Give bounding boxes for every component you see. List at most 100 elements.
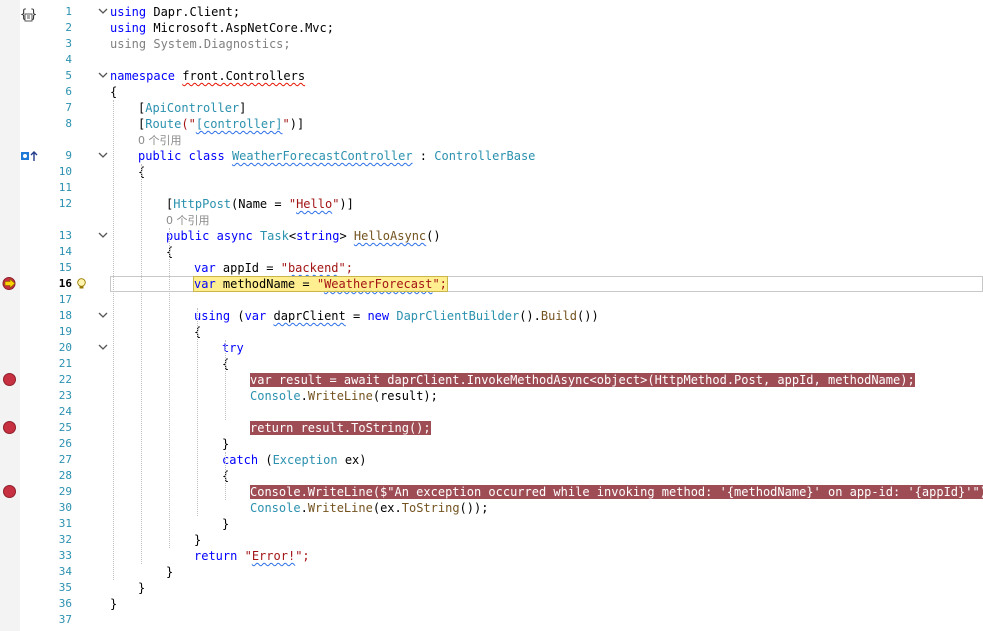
codelens-row[interactable]: 0 个引用 (0, 212, 983, 228)
code-token: var (244, 309, 267, 323)
code-token: " (280, 261, 288, 275)
codelens-references[interactable]: 0 个引用 (166, 214, 210, 227)
code-line[interactable]: 1 using Dapr.Client; (0, 4, 983, 20)
code-token: WriteLine (307, 389, 373, 403)
code-line[interactable]: 3 using System.Diagnostics; (0, 36, 983, 52)
code-token: [controller] (195, 117, 283, 131)
line-number: 5 (65, 69, 72, 82)
code-token: } (222, 517, 230, 531)
execution-arrow-icon[interactable] (2, 277, 17, 290)
code-token: { (110, 85, 118, 99)
code-line[interactable]: 13 public async Task<string> HelloAsync() (0, 228, 983, 244)
line-number: 23 (58, 389, 72, 402)
code-token: ControllerBase (434, 149, 536, 163)
code-token: return result.ToString(); (250, 421, 431, 435)
code-line[interactable]: 23 Console.WriteLine(result); (0, 388, 983, 404)
lightbulb-icon[interactable] (76, 278, 87, 290)
line-number: 26 (58, 437, 72, 450)
code-line[interactable]: 14{ (0, 244, 983, 260)
current-statement-highlight: var methodName = "WeatherForecast"; (193, 276, 448, 292)
code-line[interactable]: 25 return result.ToString(); (0, 420, 983, 436)
code-editor[interactable]: 1 using Dapr.Client; 2 using Microsoft.AspN… (0, 0, 983, 631)
code-line[interactable]: 34} (0, 564, 983, 580)
code-line[interactable]: 36} (0, 596, 983, 612)
code-token: " (316, 277, 325, 291)
code-token: } (194, 533, 202, 547)
code-line[interactable]: 7 [ApiController] (0, 100, 983, 116)
code-token: new (367, 309, 390, 323)
fold-toggle-icon[interactable] (98, 70, 108, 80)
breakpoint-icon[interactable] (3, 485, 16, 498)
code-line[interactable]: 30 Console.WriteLine(ex.ToString()); (0, 500, 983, 516)
code-tokens: [Route("[controller]")] (138, 117, 304, 131)
code-text: } (222, 516, 229, 532)
code-line[interactable]: 29 Console.WriteLine($"An exception occur… (0, 484, 983, 500)
line-number: 8 (65, 117, 72, 130)
fold-toggle-icon[interactable] (98, 230, 108, 240)
code-text: Console.WriteLine($"An exception occurre… (250, 484, 983, 500)
class-override-icon[interactable] (20, 149, 40, 163)
code-token: "; (295, 549, 310, 563)
code-line[interactable]: 15 var appId = "backend"; (0, 260, 983, 276)
code-text: } (138, 580, 145, 596)
code-line[interactable]: 5 namespace front.Controllers (0, 68, 983, 84)
code-tokens: Console.WriteLine(ex.ToString()); (250, 501, 488, 515)
code-line[interactable]: 19{ (0, 324, 983, 340)
code-tokens: [HttpPost(Name = "Hello")] (166, 197, 354, 211)
line-number: 32 (58, 533, 72, 546)
code-line[interactable]: 16 var methodName = "WeatherForecast"; (0, 276, 983, 292)
code-line[interactable]: 17 (0, 292, 983, 308)
code-line[interactable]: 11 (0, 180, 983, 196)
code-line[interactable]: 18 using (var daprClient = new DaprClient… (0, 308, 983, 324)
code-line[interactable]: 21{ (0, 356, 983, 372)
code-token: using System.Diagnostics; (110, 37, 291, 51)
codelens-references[interactable]: 0 个引用 (138, 134, 182, 147)
fold-toggle-icon[interactable] (98, 342, 108, 352)
code-line[interactable]: 6{ (0, 84, 983, 100)
code-line[interactable]: 28{ (0, 468, 983, 484)
code-token: " (282, 117, 290, 131)
code-line[interactable]: 26} (0, 436, 983, 452)
breakpoint-icon[interactable] (3, 421, 16, 434)
code-token: "; (432, 277, 447, 291)
code-line[interactable]: 9 public class WeatherForecastController … (0, 148, 983, 164)
code-structure-icon[interactable]: { } (20, 6, 38, 22)
code-token: Hello (296, 197, 333, 211)
line-number: 15 (58, 261, 72, 274)
code-line[interactable]: 31} (0, 516, 983, 532)
line-number: 27 (58, 453, 72, 466)
code-token: using (110, 5, 147, 19)
breakpoint-icon[interactable] (3, 373, 16, 386)
code-text: } (222, 436, 229, 452)
code-token: DaprClientBuilder (396, 309, 520, 323)
code-text: } (194, 532, 201, 548)
code-line[interactable]: 20 try (0, 340, 983, 356)
code-line[interactable]: 8 [Route("[controller]")] (0, 116, 983, 132)
code-token: Error! (251, 549, 296, 563)
code-token: . (300, 501, 308, 515)
code-line[interactable]: 22 var result = await daprClient.InvokeMe… (0, 372, 983, 388)
code-tokens: [ApiController] (138, 101, 246, 115)
code-token: > (339, 229, 354, 243)
fold-toggle-icon[interactable] (98, 6, 108, 16)
code-line[interactable]: 24 (0, 404, 983, 420)
code-line[interactable]: 10{ (0, 164, 983, 180)
code-token: " (288, 197, 297, 211)
indent-guide (225, 452, 226, 500)
code-line[interactable]: 2 using Microsoft.AspNetCore.Mvc; (0, 20, 983, 36)
code-line[interactable]: 27 catch (Exception ex) (0, 452, 983, 468)
code-line[interactable]: 33 return "Error!"; (0, 548, 983, 564)
code-line[interactable]: 37 (0, 612, 983, 628)
code-token: Exception (272, 453, 338, 467)
fold-toggle-icon[interactable] (98, 310, 108, 320)
code-text: [HttpPost(Name = "Hello")] (166, 196, 354, 212)
code-token: } (138, 581, 146, 595)
fold-toggle-icon[interactable] (98, 150, 108, 160)
codelens-row[interactable]: 0 个引用 (0, 132, 983, 148)
code-line[interactable]: 4 (0, 52, 983, 68)
code-line[interactable]: 32} (0, 532, 983, 548)
code-token: var result = await daprClient.InvokeMeth… (250, 373, 915, 387)
code-line[interactable]: 35} (0, 580, 983, 596)
code-line[interactable]: 12 [HttpPost(Name = "Hello")] (0, 196, 983, 212)
